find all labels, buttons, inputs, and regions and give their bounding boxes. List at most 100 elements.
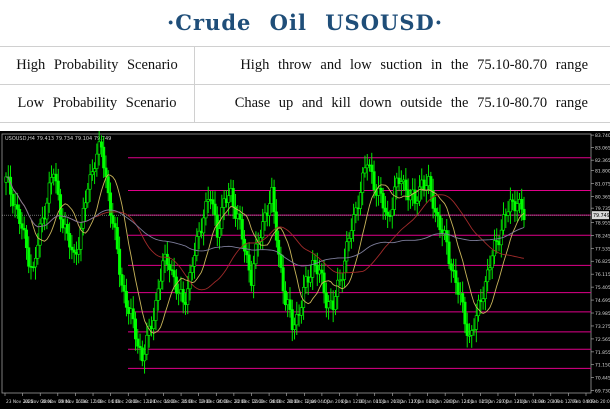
candle-body [502,215,504,231]
candle-body [350,231,352,239]
candle-body [430,176,432,190]
table-row: Low Probability Scenario Chase up and ki… [0,85,610,123]
candle-body [202,218,204,233]
table-row: High Probability Scenario High throw and… [0,47,610,85]
candle-body [352,215,354,231]
y-tick-label: 83.065 [595,145,610,151]
candle-body [143,354,145,361]
candle-body [116,227,118,249]
y-tick-label: 73.275 [595,324,610,330]
candle-body [296,314,298,324]
candle-body [373,172,375,190]
candle-body [302,287,304,307]
scenario-table: High Probability Scenario High throw and… [0,46,610,123]
candle-body [123,285,125,291]
candle-body [461,293,463,302]
y-tick-label: 73.985 [595,311,610,317]
candle-body [146,335,148,354]
candle-body [289,300,291,310]
candle-body [205,201,207,218]
y-tick-label: 74.695 [595,298,610,304]
y-tick-label: 78.245 [595,233,610,239]
candle-body [25,230,27,248]
candle-body [114,223,116,227]
candle-body [100,142,102,147]
page-title: ·Crude Oil USOUSD· [167,10,443,35]
candle-body [282,268,284,291]
candle-body [371,165,373,172]
candle-body [293,325,295,330]
candle-body [112,215,114,223]
candle-body [507,212,509,216]
candle-body [187,289,189,305]
candle-body [16,205,18,210]
candle-body [255,244,257,264]
candle-body [232,188,234,206]
candle-body [446,231,448,242]
candle-body [21,224,23,229]
candle-body [159,281,161,289]
candle-body [218,229,220,238]
scenario-label-high: High Probability Scenario [0,47,195,85]
y-tick-label: 80.365 [595,195,610,201]
candle-body [273,187,275,212]
candle-body [425,186,427,191]
candle-body [400,182,402,184]
y-tick-label: 70.445 [595,376,610,382]
scenario-label-low: Low Probability Scenario [0,85,195,123]
candle-body [125,291,127,307]
candle-body [434,208,436,212]
candle-body [359,193,361,209]
candle-body [182,289,184,302]
candle-body [152,321,154,329]
candle-body [466,324,468,336]
y-tick-label: 76.115 [595,272,610,278]
candle-body [489,268,491,270]
price-chart[interactable]: USOUSD,H4 79.413 79.734 79.104 79.74983.… [0,131,610,409]
candle-body [166,254,168,264]
candle-body [391,210,393,216]
candle-body [66,224,68,233]
candle-body [28,248,30,267]
candle-body [275,212,277,240]
candle-body [87,189,89,203]
candle-body [50,177,52,182]
candle-body [105,168,107,177]
candle-body [384,208,386,212]
y-tick-label: 76.825 [595,259,610,265]
candle-body [386,212,388,216]
candle-body [96,154,98,168]
y-tick-label: 75.405 [595,285,610,291]
price-tag: 79.749 [593,213,610,219]
scenario-text-high: High throw and low suction in the 75.10-… [195,47,610,85]
candle-body [193,256,195,267]
y-tick-label: 77.535 [595,246,610,252]
candle-body [521,199,523,209]
candle-body [436,212,438,216]
candle-body [309,277,311,282]
candle-body [405,180,407,190]
y-tick-label: 83.740 [595,133,610,139]
candle-body [248,255,250,270]
candle-body [448,242,450,264]
candle-body [334,297,336,310]
candle-body [73,250,75,252]
y-tick-label: 71.855 [595,350,610,356]
candle-body [157,289,159,301]
candle-body [121,274,123,285]
candle-body [464,302,466,324]
candle-body [107,177,109,193]
candle-body [191,266,193,272]
candle-body [212,200,214,204]
candlestick-chart[interactable]: USOUSD,H4 79.413 79.734 79.104 79.74983.… [0,131,610,409]
y-tick-label: 69.730 [595,389,610,395]
candle-body [82,208,84,228]
candle-body [482,299,484,302]
candle-body [450,264,452,270]
candle-body [214,204,216,215]
candle-body [89,175,91,189]
candle-body [364,168,366,173]
y-tick-label: 78.955 [595,220,610,226]
candle-body [516,204,518,211]
y-tick-label: 82.365 [595,158,610,164]
